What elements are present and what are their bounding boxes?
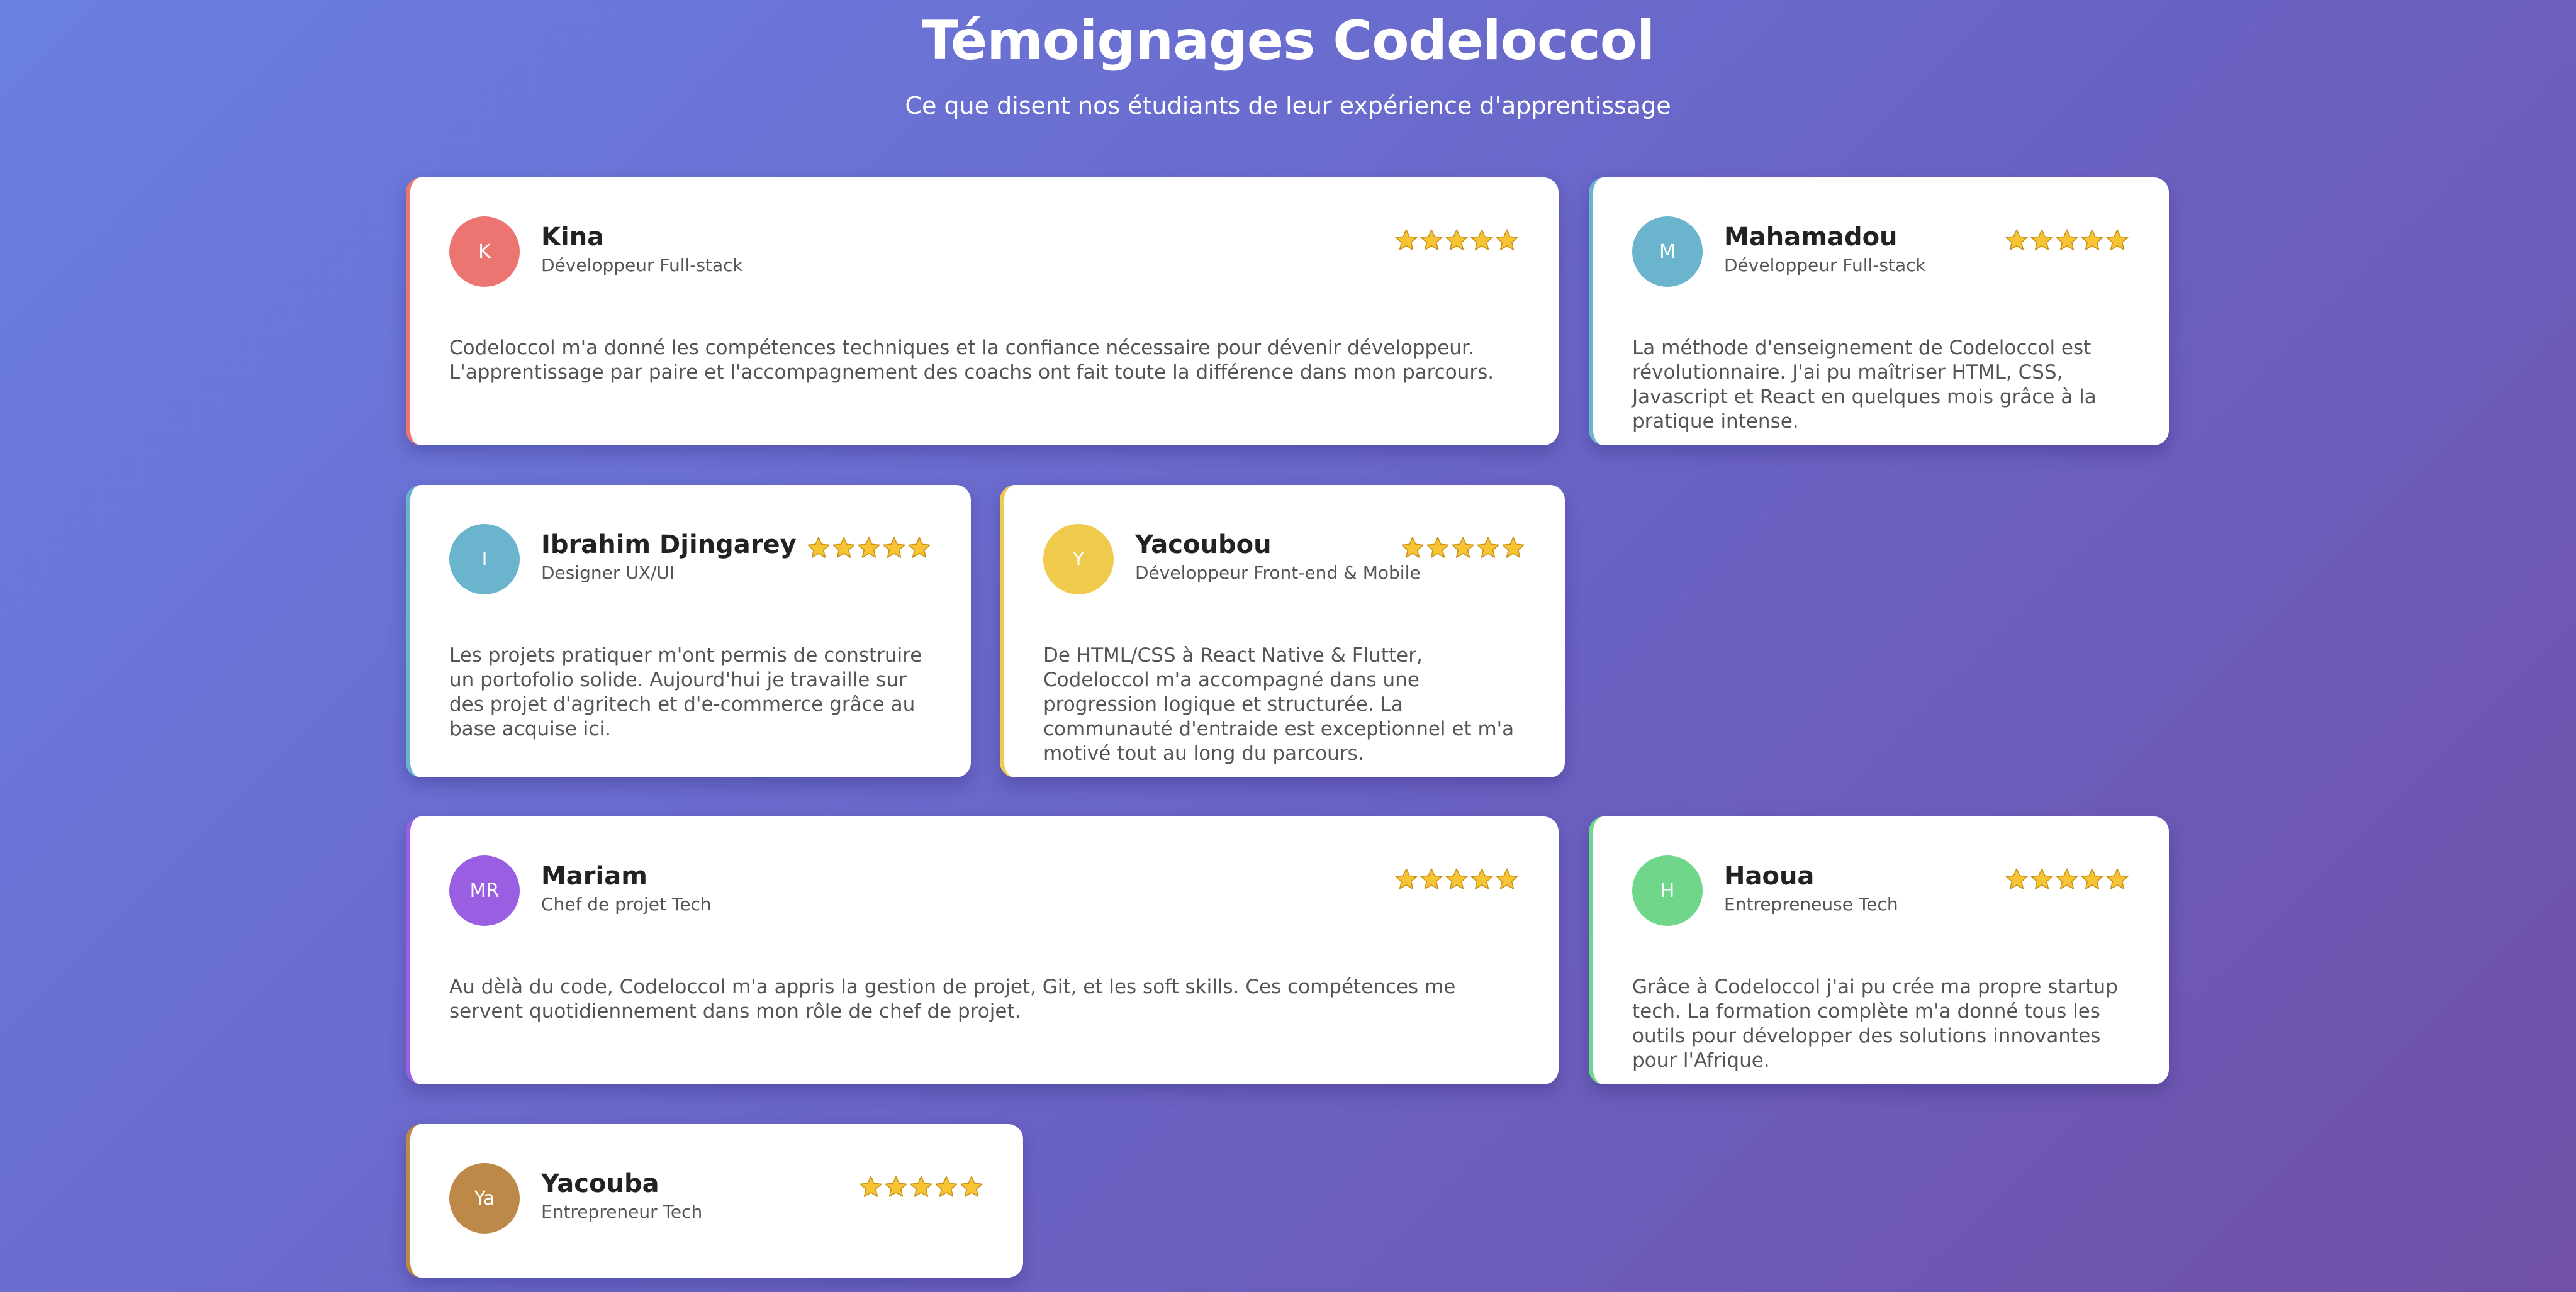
star-icon xyxy=(935,1176,958,1197)
star-rating xyxy=(2004,228,2130,253)
star-icon xyxy=(1401,537,1424,558)
testimonial-text: Codeloccol m'a donné les compétences tec… xyxy=(449,337,1494,384)
testimonial-card: K Kina Développeur Full-stack Codeloccol… xyxy=(406,177,1559,445)
author-role: Entrepreneuse Tech xyxy=(1724,894,1898,915)
star-icon xyxy=(1502,537,1525,558)
star-icon xyxy=(832,537,855,558)
testimonial-text: De HTML/CSS à React Native & Flutter, Co… xyxy=(1043,644,1515,765)
star-icon xyxy=(860,1176,882,1197)
star-rating xyxy=(2004,867,2130,892)
author-role: Designer UX/UI xyxy=(541,562,675,583)
testimonial-text: La méthode d'enseignement de Codeloccol … xyxy=(1632,337,2097,433)
testimonial-text: Grâce à Codeloccol j'ai pu crée ma propr… xyxy=(1632,976,2118,1072)
page-header: Témoignages Codeloccol Ce que disent nos… xyxy=(0,6,2576,123)
testimonial-card: Y Yacoubou Développeur Front-end & Mobil… xyxy=(1000,485,1565,777)
author-name: Ibrahim Djingarey xyxy=(541,530,797,559)
author-role: Développeur Full-stack xyxy=(541,255,743,276)
star-icon xyxy=(908,537,931,558)
star-icon xyxy=(910,1176,932,1197)
star-icon xyxy=(2081,868,2103,889)
testimonial-text: Les projets pratiquer m'ont permis de co… xyxy=(449,644,922,740)
testimonial-card: Ya Yacouba Entrepreneur Tech xyxy=(406,1124,1023,1278)
author-role: Développeur Full-stack xyxy=(1724,255,1926,276)
star-icon xyxy=(1496,229,1518,250)
star-icon xyxy=(1426,537,1449,558)
star-icon xyxy=(1470,229,1493,250)
star-icon xyxy=(1477,537,1499,558)
author-role: Développeur Front-end & Mobile xyxy=(1135,562,1421,583)
star-icon xyxy=(2106,868,2129,889)
avatar: Ya xyxy=(449,1163,520,1234)
avatar: H xyxy=(1632,855,1703,926)
star-icon xyxy=(2005,868,2028,889)
star-icon xyxy=(960,1176,983,1197)
star-rating xyxy=(1400,535,1526,560)
testimonial-card: I Ibrahim Djingarey Designer UX/UI Les p… xyxy=(406,485,971,777)
avatar: I xyxy=(449,524,520,594)
testimonial-card: MR Mariam Chef de projet Tech Au dèlà du… xyxy=(406,816,1559,1084)
star-rating xyxy=(1394,228,1520,253)
star-rating xyxy=(858,1174,984,1200)
star-rating xyxy=(806,535,932,560)
star-icon xyxy=(2030,868,2053,889)
star-icon xyxy=(1395,868,1418,889)
star-icon xyxy=(1420,868,1443,889)
author-name: Kina xyxy=(541,223,605,252)
author-name: Haoua xyxy=(1724,862,1815,891)
page-subtitle: Ce que disent nos étudiants de leur expé… xyxy=(905,92,1671,120)
star-icon xyxy=(1395,229,1418,250)
avatar: K xyxy=(449,216,520,287)
star-icon xyxy=(858,537,880,558)
star-icon xyxy=(807,537,830,558)
avatar: M xyxy=(1632,216,1703,287)
star-icon xyxy=(1470,868,1493,889)
star-icon xyxy=(2056,229,2078,250)
testimonial-card: M Mahamadou Développeur Full-stack La mé… xyxy=(1589,177,2169,445)
star-icon xyxy=(2005,229,2028,250)
author-role: Entrepreneur Tech xyxy=(541,1201,703,1222)
star-icon xyxy=(1420,229,1443,250)
star-icon xyxy=(1445,229,1468,250)
star-icon xyxy=(885,1176,907,1197)
star-icon xyxy=(883,537,905,558)
star-icon xyxy=(2081,229,2103,250)
testimonial-text: Au dèlà du code, Codeloccol m'a appris l… xyxy=(449,976,1456,1023)
avatar: MR xyxy=(449,855,520,926)
star-icon xyxy=(2106,229,2129,250)
author-role: Chef de projet Tech xyxy=(541,894,712,915)
star-icon xyxy=(2030,229,2053,250)
testimonial-card: H Haoua Entrepreneuse Tech Grâce à Codel… xyxy=(1589,816,2169,1084)
avatar: Y xyxy=(1043,524,1114,594)
author-name: Mahamadou xyxy=(1724,223,1898,252)
star-icon xyxy=(1496,868,1518,889)
star-rating xyxy=(1394,867,1520,892)
author-name: Yacouba xyxy=(541,1169,659,1198)
author-name: Yacoubou xyxy=(1135,530,1272,559)
page-title: Témoignages Codeloccol xyxy=(921,9,1655,72)
star-icon xyxy=(2056,868,2078,889)
author-name: Mariam xyxy=(541,862,647,891)
star-icon xyxy=(1445,868,1468,889)
star-icon xyxy=(1452,537,1474,558)
